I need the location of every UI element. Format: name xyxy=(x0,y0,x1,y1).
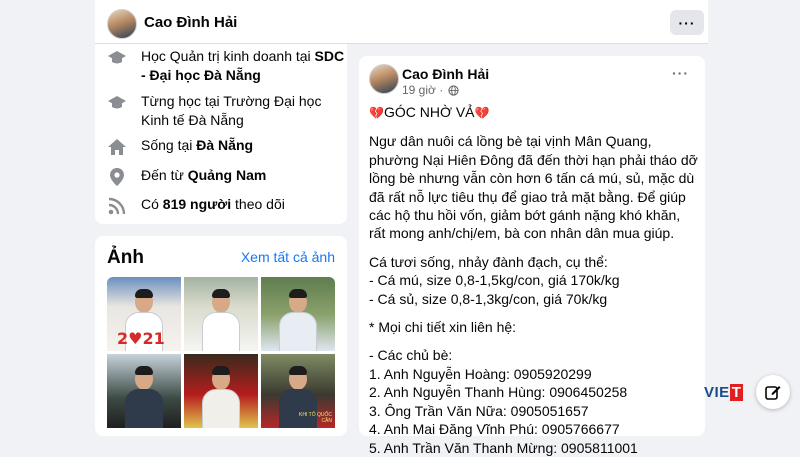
post-card: Cao Đình Hải 19 giờ · ··· 💔GÓC NHỜ VẢ💔 N… xyxy=(359,56,705,456)
post-paragraph: Ngư dân nuôi cá lồng bè tại vịnh Mân Qua… xyxy=(369,133,698,242)
more-options-button[interactable]: ··· xyxy=(670,10,704,35)
photo-caption: 2♥21 xyxy=(117,329,165,348)
intro-item-education: Học Quản trị kinh doanh tại SDC - Đại họ… xyxy=(107,47,351,85)
intro-card: Học Quản trị kinh doanh tại SDC - Đại họ… xyxy=(95,44,347,224)
watermark-logo: VIE T xyxy=(704,384,744,401)
photos-card: Ảnh Xem tất cả ảnh 2♥21 KHI TÔ QUỐC CẦN xyxy=(95,236,347,436)
photo-thumbnail[interactable]: KHI TÔ QUỐC CẦN xyxy=(261,354,335,428)
globe-icon xyxy=(448,84,459,96)
broken-heart-icon: 💔 xyxy=(369,106,384,120)
fish-line: - Cá mú, size 0,8-1,5kg/con, giá 170k/kg xyxy=(369,272,620,289)
post-options-button[interactable]: ··· xyxy=(672,65,689,81)
contact-line: 5. Anh Trần Văn Thanh Mừng: 0905811001 xyxy=(369,439,638,456)
broken-heart-icon: 💔 xyxy=(474,106,490,120)
fish-line: - Cá sủ, size 0,8-1,3kg/con, giá 70k/kg xyxy=(369,290,608,307)
intro-item-lives-in: Sống tại Đà Nẵng xyxy=(107,136,351,157)
photo-thumbnail[interactable] xyxy=(184,354,258,428)
photo-tag: KHI TÔ QUỐC CẦN xyxy=(299,412,332,424)
intro-item-followers: Có 819 người theo dõi xyxy=(107,195,351,216)
post-author-name[interactable]: Cao Đình Hải xyxy=(402,66,489,82)
photo-thumbnail[interactable]: 2♥21 xyxy=(107,277,181,351)
fish-line: Cá tươi sống, nhảy đành đạch, cụ thể: xyxy=(369,253,608,270)
contact-heading: * Mọi chi tiết xin liên hệ: xyxy=(369,319,517,336)
post-timestamp[interactable]: 19 giờ · xyxy=(402,83,459,97)
see-all-photos-link[interactable]: Xem tất cả ảnh xyxy=(241,249,335,265)
photo-thumbnail[interactable] xyxy=(261,277,335,351)
intro-item-from: Đến từ Quảng Nam xyxy=(107,166,351,187)
intro-item-past-education: Từng học tại Trường Đại học Kinh tế Đà N… xyxy=(107,92,351,130)
graduation-cap-icon xyxy=(108,96,126,109)
post-author-avatar[interactable] xyxy=(369,64,399,94)
photo-thumbnail[interactable] xyxy=(107,354,181,428)
photos-title: Ảnh xyxy=(107,247,144,268)
rss-icon xyxy=(108,197,126,215)
photo-thumbnail[interactable] xyxy=(184,277,258,351)
followers-count[interactable]: 819 người xyxy=(163,196,231,212)
profile-name[interactable]: Cao Đình Hải xyxy=(144,14,237,31)
contact-line: 3. Ông Trần Văn Nữa: 0905051657 xyxy=(369,402,589,419)
contact-line: 1. Anh Nguyễn Hoàng: 0905920299 xyxy=(369,365,592,382)
compose-icon xyxy=(765,386,781,400)
intro-link-city[interactable]: Đà Nẵng xyxy=(196,137,253,153)
post-heading: 💔GÓC NHỜ VẢ💔 xyxy=(369,104,490,120)
new-message-button[interactable] xyxy=(756,375,790,409)
graduation-cap-icon xyxy=(108,51,126,64)
home-icon xyxy=(108,139,126,155)
post-content: 💔GÓC NHỜ VẢ💔 Ngư dân nuôi cá lồng bè tại… xyxy=(369,103,699,457)
contact-line: 4. Anh Mai Đăng Vĩnh Phú: 0905766677 xyxy=(369,421,620,438)
contact-line: 2. Anh Nguyễn Thanh Hùng: 0906450258 xyxy=(369,384,628,401)
location-pin-icon xyxy=(110,168,124,186)
intro-link-hometown[interactable]: Quảng Nam xyxy=(188,167,267,183)
profile-avatar[interactable] xyxy=(107,9,137,39)
contact-line: - Các chủ bè: xyxy=(369,347,453,364)
